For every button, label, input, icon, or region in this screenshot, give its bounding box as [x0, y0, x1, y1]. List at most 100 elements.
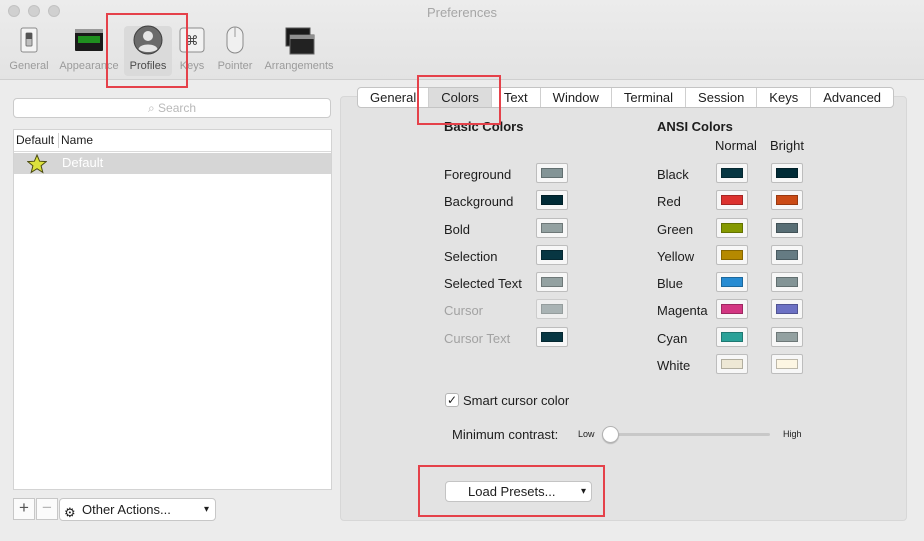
tab-colors[interactable]: Colors	[429, 88, 492, 107]
color-swatch	[776, 359, 798, 369]
slider-low-label: Low	[578, 429, 595, 439]
basic-color-label: Foreground	[444, 167, 512, 182]
load-presets-button[interactable]: Load Presets... ▾	[445, 481, 592, 502]
other-actions-menu[interactable]: ⚙ Other Actions... ▾	[59, 498, 216, 521]
basic-color-label: Cursor	[444, 303, 484, 318]
ansi-colors-heading: ANSI Colors	[657, 119, 733, 134]
profile-tabs: General Colors Text Window Terminal Sess…	[357, 87, 895, 108]
profile-row-default[interactable]: Default	[14, 153, 331, 174]
ansi-black-bright-well[interactable]	[771, 163, 803, 183]
color-swatch	[721, 250, 743, 260]
command-key-icon: ⌘	[179, 27, 205, 53]
monitor-icon	[75, 29, 103, 51]
tab-session[interactable]: Session	[686, 88, 758, 107]
selection-color-well[interactable]	[536, 245, 568, 265]
tab-general[interactable]: General	[358, 88, 430, 107]
background-color-well[interactable]	[536, 190, 568, 210]
color-swatch	[776, 195, 798, 205]
color-swatch	[721, 304, 743, 314]
ansi-red-normal-well[interactable]	[716, 190, 748, 210]
remove-profile-button[interactable]: −	[36, 498, 58, 520]
color-swatch	[541, 277, 563, 287]
profile-search-input[interactable]: ⌕ Search	[13, 98, 331, 118]
ansi-yellow-normal-well[interactable]	[716, 245, 748, 265]
ansi-color-label: Blue	[657, 276, 684, 291]
window-title: Preferences	[426, 5, 498, 20]
ansi-color-label: Red	[657, 194, 681, 209]
color-swatch	[541, 223, 563, 233]
mouse-icon	[226, 26, 244, 54]
ansi-cyan-bright-well[interactable]	[771, 327, 803, 347]
column-header-name[interactable]: Name	[61, 130, 93, 151]
ansi-color-label: Black	[657, 167, 689, 182]
color-swatch	[776, 304, 798, 314]
toolbar-arrangements[interactable]: Arrangements	[261, 26, 337, 76]
ansi-blue-normal-well[interactable]	[716, 272, 748, 292]
toolbar-keys[interactable]: ⌘ Keys	[175, 26, 209, 76]
chevron-down-icon: ▾	[203, 504, 209, 515]
color-swatch	[721, 277, 743, 287]
toolbar-pointer[interactable]: Pointer	[213, 26, 257, 76]
color-swatch	[776, 250, 798, 260]
profile-list-header: Default Name	[14, 130, 331, 152]
minimum-contrast-slider[interactable]	[604, 433, 770, 436]
toolbar-arrangements-label: Arrangements	[264, 60, 334, 72]
svg-text:⌘: ⌘	[186, 34, 199, 49]
basic-color-label: Bold	[444, 222, 471, 237]
slider-knob[interactable]	[602, 426, 619, 443]
ansi-color-label: White	[657, 358, 691, 373]
ansi-blue-bright-well[interactable]	[771, 272, 803, 292]
ansi-color-label: Yellow	[657, 249, 695, 264]
color-swatch	[776, 168, 798, 178]
smart-cursor-checkbox[interactable]: ✓	[445, 393, 459, 407]
tab-keys[interactable]: Keys	[757, 88, 812, 107]
ansi-green-normal-well[interactable]	[716, 218, 748, 238]
color-swatch	[721, 195, 743, 205]
smart-cursor-label: Smart cursor color	[463, 393, 570, 408]
foreground-color-well[interactable]	[536, 163, 568, 183]
ansi-magenta-normal-well[interactable]	[716, 299, 748, 319]
chevron-down-icon: ▾	[580, 486, 586, 497]
windows-icon	[285, 27, 315, 55]
toolbar-appearance[interactable]: Appearance	[56, 26, 122, 76]
ansi-white-bright-well[interactable]	[771, 354, 803, 374]
cursor-text-color-well[interactable]	[536, 327, 568, 347]
color-swatch	[721, 332, 743, 342]
toolbar-general[interactable]: General	[5, 26, 53, 76]
person-icon	[133, 25, 163, 55]
ansi-color-label: Cyan	[657, 331, 688, 346]
title-bar: Preferences General Appearance Profiles …	[0, 0, 924, 80]
tab-terminal[interactable]: Terminal	[612, 88, 687, 107]
tab-text[interactable]: Text	[492, 88, 541, 107]
add-profile-button[interactable]: +	[13, 498, 35, 520]
selected-text-color-well[interactable]	[536, 272, 568, 292]
color-swatch	[776, 332, 798, 342]
ansi-cyan-normal-well[interactable]	[716, 327, 748, 347]
ansi-green-bright-well[interactable]	[771, 218, 803, 238]
checkmark-icon: ✓	[446, 393, 458, 407]
normal-column-label: Normal	[715, 138, 757, 153]
ansi-black-normal-well[interactable]	[716, 163, 748, 183]
color-swatch	[721, 359, 743, 369]
color-swatch	[541, 304, 563, 314]
color-swatch	[541, 195, 563, 205]
toolbar-pointer-label: Pointer	[217, 60, 253, 72]
ansi-white-normal-well[interactable]	[716, 354, 748, 374]
ansi-yellow-bright-well[interactable]	[771, 245, 803, 265]
toolbar-profiles[interactable]: Profiles	[124, 25, 172, 76]
switch-icon	[20, 27, 38, 53]
toolbar-appearance-label: Appearance	[59, 60, 119, 72]
ansi-magenta-bright-well[interactable]	[771, 299, 803, 319]
cursor-color-well[interactable]	[536, 299, 568, 319]
profile-list[interactable]: Default Name Default	[13, 129, 332, 490]
color-swatch	[721, 223, 743, 233]
tab-window[interactable]: Window	[541, 88, 612, 107]
ansi-red-bright-well[interactable]	[771, 190, 803, 210]
bold-color-well[interactable]	[536, 218, 568, 238]
slider-high-label: High	[783, 429, 802, 439]
default-star-icon	[27, 154, 47, 174]
color-swatch	[541, 250, 563, 260]
column-divider	[58, 133, 59, 148]
tab-advanced[interactable]: Advanced	[811, 88, 893, 107]
column-header-default[interactable]: Default	[16, 130, 54, 151]
